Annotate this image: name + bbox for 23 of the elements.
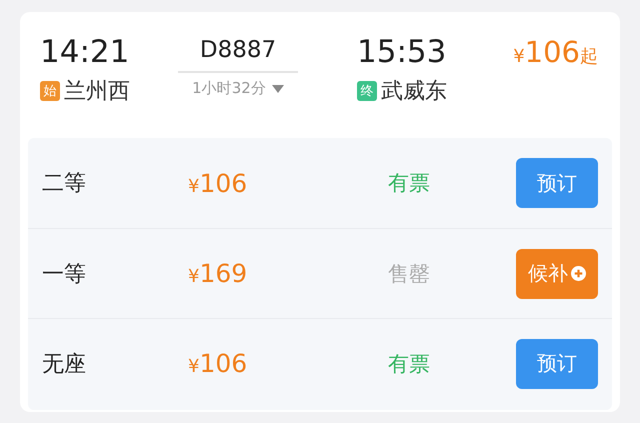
seat-price: ¥169: [188, 259, 248, 288]
ticket-status: 有票: [388, 350, 431, 378]
station-name: 兰州西: [64, 78, 130, 106]
ticket-status: 有票: [388, 170, 431, 197]
seat-price: ¥106: [188, 168, 248, 198]
book-button[interactable]: 预订: [516, 158, 598, 208]
ticket-status: 售罄: [388, 260, 431, 288]
departure-badge: 始: [40, 81, 60, 101]
seat-class: 无座: [42, 350, 87, 378]
waitlist-button[interactable]: 候补: [516, 248, 598, 298]
duration-toggle[interactable]: 1小时32分: [192, 79, 284, 98]
book-button[interactable]: 预订: [516, 338, 598, 388]
seat-class: 一等: [42, 260, 87, 288]
arrival-badge: 终: [357, 81, 377, 101]
departure-time: 14:21: [40, 33, 130, 72]
station-name: 武威东: [381, 78, 447, 106]
train-number: D8887: [178, 32, 298, 73]
seat-class: 二等: [42, 170, 87, 198]
caret-icon: [272, 84, 284, 92]
plus-icon: [571, 266, 586, 281]
arrival-time: 15:53: [357, 33, 448, 72]
lowest-price: ¥106起: [513, 34, 598, 71]
seat-price: ¥106: [188, 349, 248, 378]
